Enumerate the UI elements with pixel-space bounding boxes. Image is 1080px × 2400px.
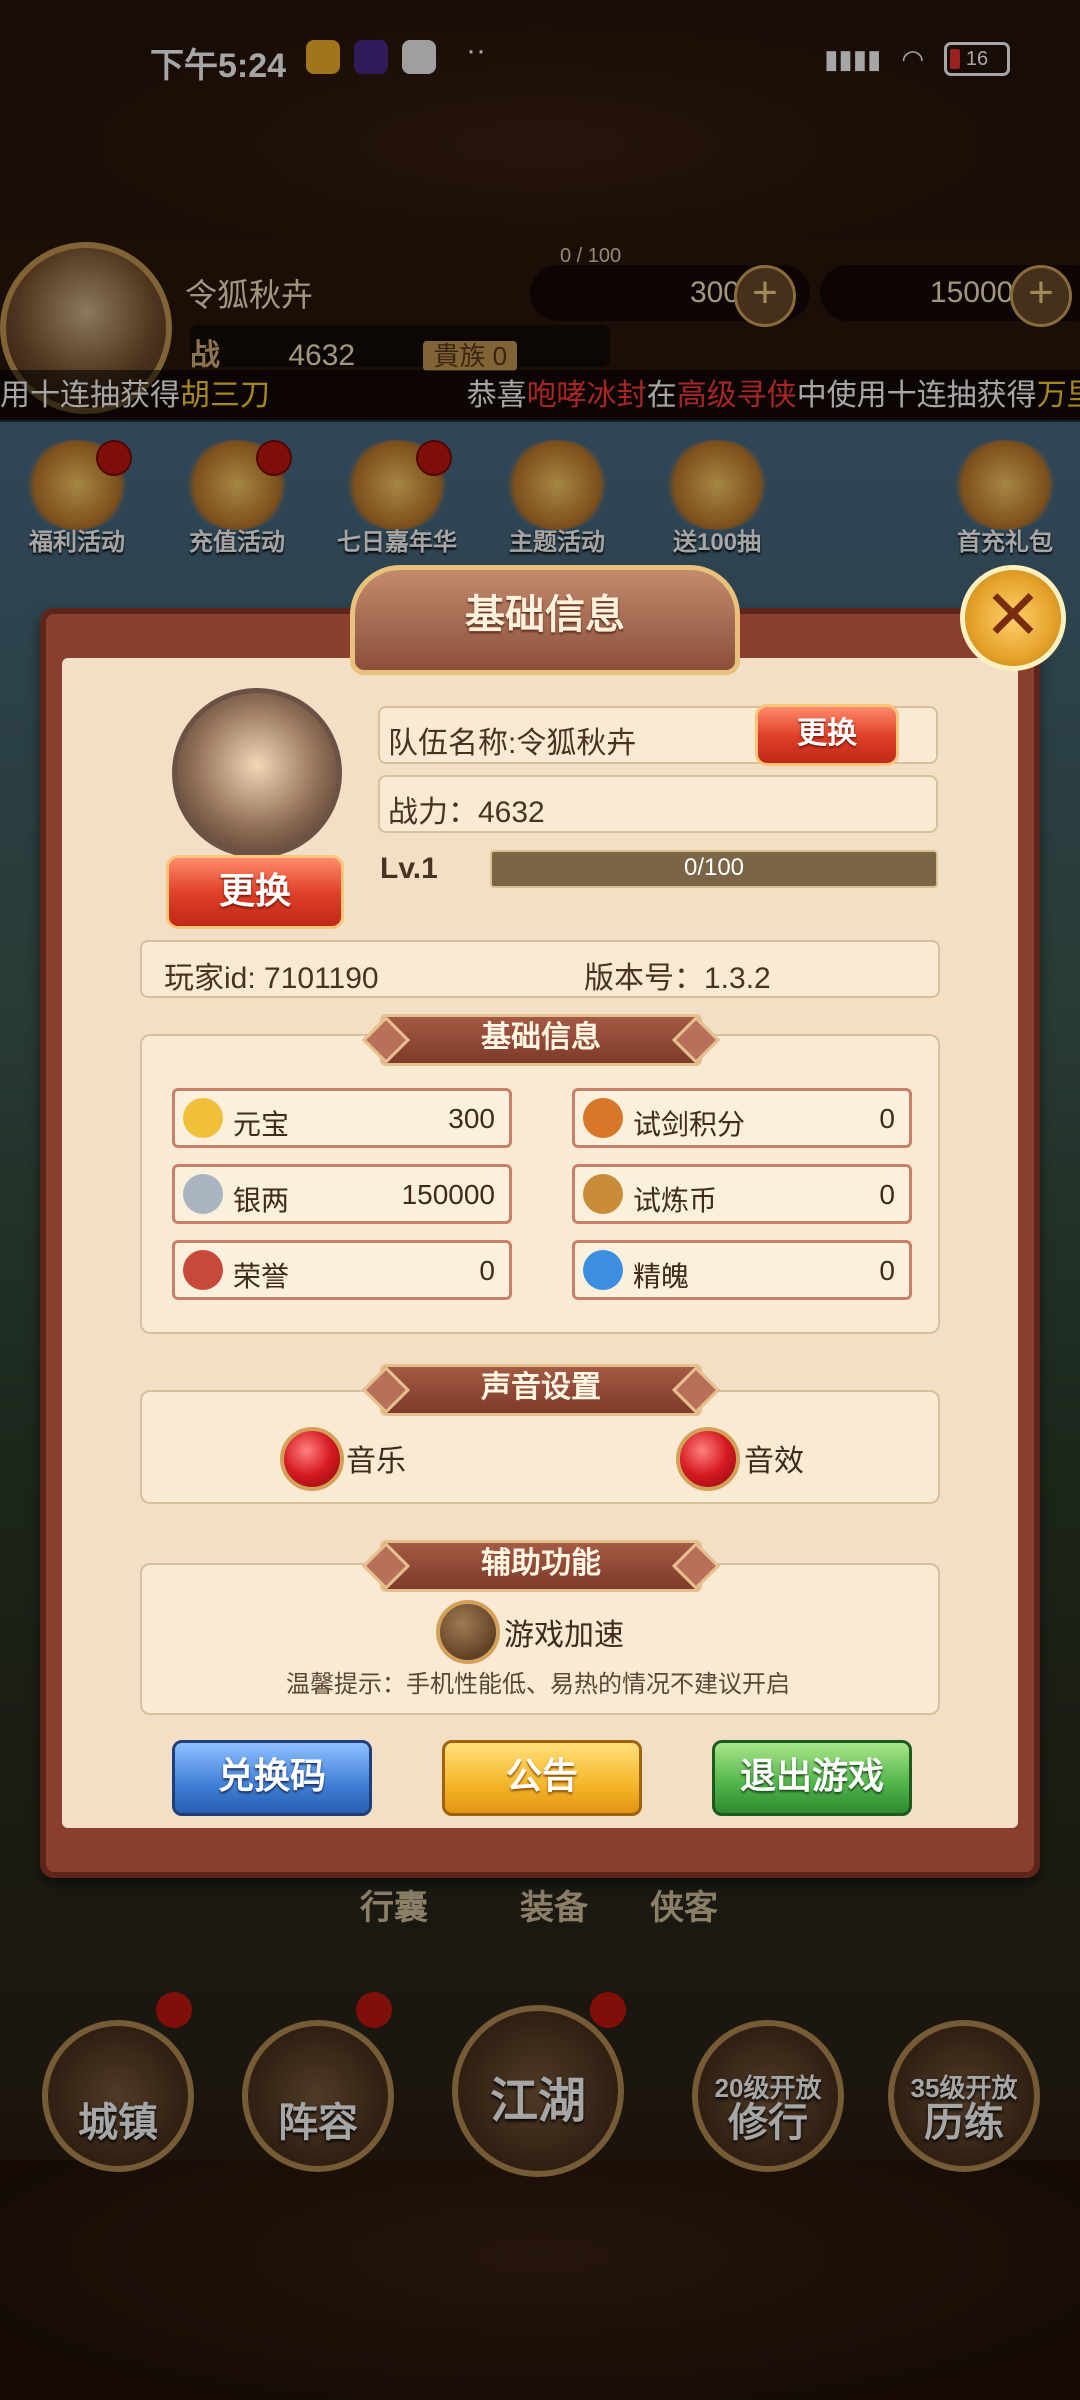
honor-icon [183,1250,223,1290]
resource-honor: 荣誉 0 [172,1240,512,1300]
silver-ingot-icon [183,1174,223,1214]
id-version-row: 玩家id: 7101190 版本号：1.3.2 [140,940,940,998]
gold-ingot-icon [183,1098,223,1138]
resource-gold: 元宝 300 [172,1088,512,1148]
version-number: 版本号：1.3.2 [584,962,771,995]
sound-settings-title: 声音设置 [380,1364,702,1416]
player-id: 玩家id: 7101190 [164,962,379,995]
music-toggle[interactable] [280,1427,344,1491]
speedup-toggle[interactable] [436,1600,500,1664]
player-portrait [172,688,342,858]
resource-essence: 精魄 0 [572,1240,912,1300]
resource-sword-points: 试剑积分 0 [572,1088,912,1148]
assist-section-title: 辅助功能 [380,1540,702,1592]
sfx-toggle[interactable] [676,1427,740,1491]
music-label: 音乐 [346,1445,406,1478]
resource-silver: 银两 150000 [172,1164,512,1224]
change-avatar-button[interactable]: 更换 [166,855,344,929]
power-field: 战力：4632 [378,775,938,833]
close-icon: ✕ [983,576,1043,654]
basic-info-section-title: 基础信息 [380,1014,702,1066]
level-label: Lv.1 [380,852,438,885]
exp-progress-bar: 0/100 [490,850,938,888]
speedup-label: 游戏加速 [504,1619,624,1652]
announcement-button[interactable]: 公告 [442,1740,642,1816]
sfx-label: 音效 [744,1445,804,1478]
sword-points-icon [583,1098,623,1138]
resource-trial-coin: 试炼币 0 [572,1164,912,1224]
close-button[interactable]: ✕ [960,565,1066,671]
essence-flame-icon [583,1250,623,1290]
dialog-title: 基础信息 [465,593,625,637]
trial-coin-icon [583,1174,623,1214]
exit-game-button[interactable]: 退出游戏 [712,1740,912,1816]
redeem-code-button[interactable]: 兑换码 [172,1740,372,1816]
change-team-name-button[interactable]: 更换 [755,704,899,766]
speedup-tip: 温馨提示：手机性能低、易热的情况不建议开启 [286,1671,790,1698]
